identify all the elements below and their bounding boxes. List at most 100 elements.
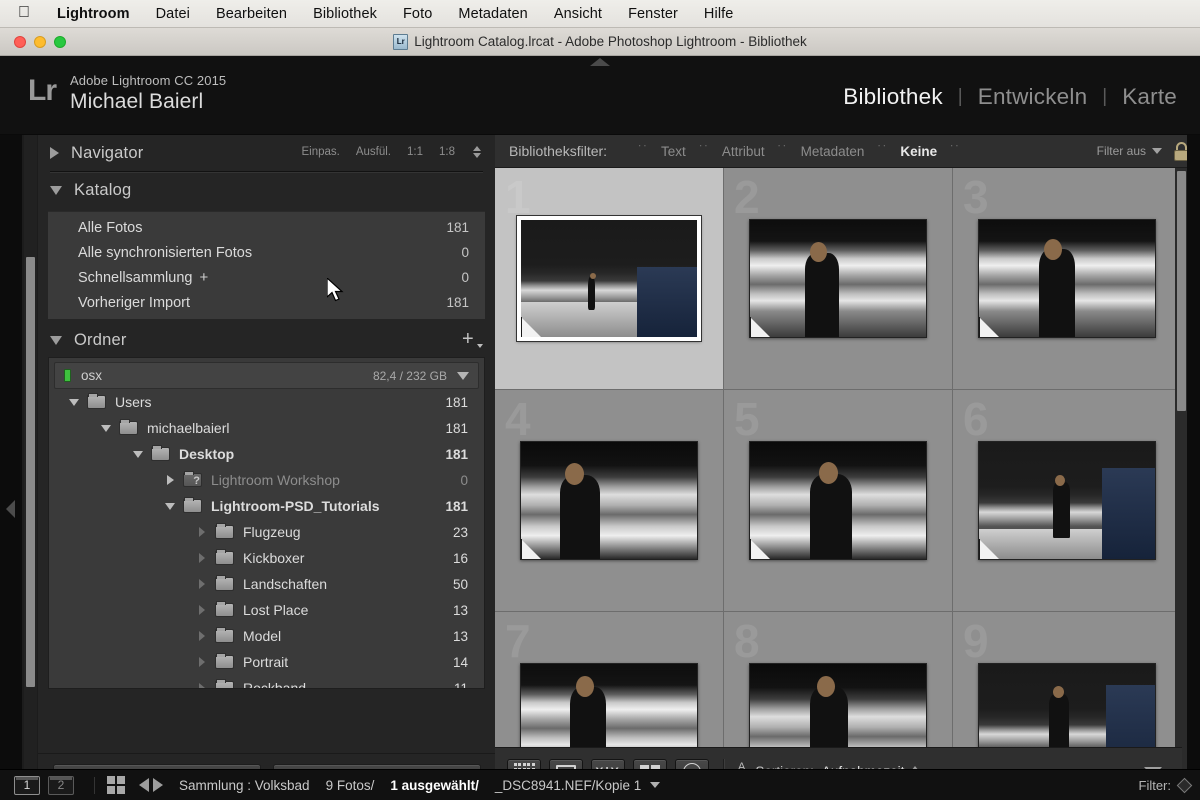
grid-cell[interactable]: 9 <box>953 612 1182 747</box>
disclosure-right-icon[interactable] <box>195 631 209 641</box>
disclosure-right-icon[interactable] <box>195 553 209 563</box>
folder-row-landschaften[interactable]: Landschaften 50 <box>49 571 484 597</box>
chevron-right-icon[interactable] <box>50 147 59 159</box>
filter-state-dropdown[interactable]: Filter aus <box>1097 144 1162 158</box>
filter-tab-keine[interactable]: Keine <box>896 144 941 159</box>
navigator-zoom-levels: Einpas. Ausfül. 1:1 1:8 <box>301 146 481 158</box>
catalog-header[interactable]: Katalog <box>38 172 495 208</box>
photo-thumbnail[interactable] <box>516 215 702 342</box>
zoom-fit[interactable]: Einpas. <box>301 146 339 158</box>
grid-cell[interactable]: 7 <box>495 612 724 747</box>
screen-1-button[interactable]: 1 <box>14 775 40 795</box>
photo-thumbnail[interactable] <box>520 441 698 560</box>
folder-row-lightroom-workshop[interactable]: Lightroom Workshop 0 <box>49 467 484 493</box>
left-panel-scrollbar-thumb[interactable] <box>26 257 35 687</box>
zoom-1-1[interactable]: 1:1 <box>407 146 423 158</box>
apple-logo-icon[interactable]:  <box>12 4 44 23</box>
menu-item-foto[interactable]: Foto <box>390 0 445 28</box>
grid-scrollbar-thumb[interactable] <box>1177 171 1186 411</box>
folder-row-desktop[interactable]: Desktop 181 <box>49 441 484 467</box>
filter-tab-text[interactable]: Text <box>657 144 690 159</box>
next-photo-icon[interactable] <box>153 778 163 792</box>
zoom-fill[interactable]: Ausfül. <box>356 146 391 158</box>
disclosure-right-icon[interactable] <box>195 527 209 537</box>
screen-2-button[interactable]: 2 <box>48 775 74 795</box>
crop-badge-icon <box>979 539 999 559</box>
folders-header[interactable]: Ordner + <box>38 323 495 357</box>
grid-cell[interactable]: 5 <box>724 390 953 612</box>
disclosure-right-icon[interactable] <box>195 605 209 615</box>
grid-cell[interactable]: 1 <box>495 168 724 390</box>
menu-item-datei[interactable]: Datei <box>143 0 203 28</box>
grid-cell[interactable]: 8 <box>724 612 953 747</box>
filmstrip-grid-icon[interactable] <box>107 776 125 794</box>
disclosure-down-icon[interactable] <box>99 424 113 432</box>
menu-item-hilfe[interactable]: Hilfe <box>691 0 747 28</box>
flag-filter-icon[interactable] <box>1176 777 1193 793</box>
photo-thumbnail[interactable] <box>520 663 698 747</box>
add-folder-icon[interactable]: + <box>462 329 483 349</box>
photo-thumbnail[interactable] <box>749 441 927 560</box>
stepper-down-icon[interactable] <box>473 153 481 158</box>
chevron-down-icon[interactable] <box>50 185 62 195</box>
module-bibliothek[interactable]: Bibliothek <box>828 84 958 110</box>
quick-collection-plus-icon[interactable]: + <box>199 269 208 286</box>
folder-icon <box>215 575 234 591</box>
grid-cell[interactable]: 2 <box>724 168 953 390</box>
disclosure-right-icon[interactable] <box>163 475 177 485</box>
catalog-item-schnellsammlung[interactable]: Schnellsammlung + 0 <box>48 265 485 290</box>
volume-menu-icon[interactable] <box>457 371 469 380</box>
folder-row-users[interactable]: Users 181 <box>49 389 484 415</box>
lightroom-logo: Lr <box>28 74 57 107</box>
folder-row-portrait[interactable]: Portrait 14 <box>49 649 484 675</box>
menu-item-metadaten[interactable]: Metadaten <box>445 0 540 28</box>
catalog-item-alle-synchronisierten-fotos[interactable]: Alle synchronisierten Fotos 0 <box>48 240 485 265</box>
catalog-item-alle-fotos[interactable]: Alle Fotos 181 <box>48 215 485 240</box>
catalog-item-vorheriger-import[interactable]: Vorheriger Import 181 <box>48 290 485 315</box>
photo-thumbnail[interactable] <box>978 441 1156 560</box>
folder-row-michaelbaierl[interactable]: michaelbaierl 181 <box>49 415 484 441</box>
folder-row-rockband[interactable]: Rockband 11 <box>49 675 484 688</box>
previous-photo-icon[interactable] <box>139 778 149 792</box>
status-dropdown-icon[interactable] <box>650 782 661 788</box>
menu-item-ansicht[interactable]: Ansicht <box>541 0 615 28</box>
identity-plate[interactable]: Lr Adobe Lightroom CC 2015 Michael Baier… <box>28 72 226 114</box>
folder-row-lightroom-psd-tutorials[interactable]: Lightroom-PSD_Tutorials 181 <box>49 493 484 519</box>
collapse-left-panel-arrow[interactable] <box>6 500 15 518</box>
right-panel-edge[interactable] <box>1187 135 1200 800</box>
filter-tab-metadaten[interactable]: Metadaten <box>797 144 869 159</box>
volume-row-osx[interactable]: osx 82,4 / 232 GB <box>54 362 479 389</box>
folder-count: 13 <box>452 628 468 644</box>
disclosure-right-icon[interactable] <box>195 683 209 688</box>
collapse-top-panel-arrow[interactable] <box>590 58 610 66</box>
filter-tab-attribut[interactable]: Attribut <box>718 144 769 159</box>
disclosure-down-icon[interactable] <box>131 450 145 458</box>
folder-row-kickboxer[interactable]: Kickboxer 16 <box>49 545 484 571</box>
photo-thumbnail[interactable] <box>749 663 927 747</box>
module-karte[interactable]: Karte <box>1107 84 1192 110</box>
chevron-down-icon[interactable] <box>50 335 62 345</box>
module-entwickeln[interactable]: Entwickeln <box>963 84 1103 110</box>
grid-cell[interactable]: 3 <box>953 168 1182 390</box>
zoom-1-8[interactable]: 1:8 <box>439 146 455 158</box>
disclosure-down-icon[interactable] <box>163 502 177 510</box>
left-panel-edge[interactable] <box>0 135 22 800</box>
disclosure-down-icon[interactable] <box>67 398 81 406</box>
menu-item-fenster[interactable]: Fenster <box>615 0 691 28</box>
disclosure-right-icon[interactable] <box>195 657 209 667</box>
photo-thumbnail[interactable] <box>978 663 1156 747</box>
menu-item-bearbeiten[interactable]: Bearbeiten <box>203 0 300 28</box>
navigator-header[interactable]: Navigator Einpas. Ausfül. 1:1 1:8 <box>38 135 495 171</box>
stepper-up-icon[interactable] <box>473 146 481 151</box>
zoom-stepper[interactable] <box>473 146 481 158</box>
grid-cell[interactable]: 6 <box>953 390 1182 612</box>
menu-item-lightroom[interactable]: Lightroom <box>44 0 143 28</box>
photo-thumbnail[interactable] <box>978 219 1156 338</box>
folder-row-lost-place[interactable]: Lost Place 13 <box>49 597 484 623</box>
folder-row-model[interactable]: Model 13 <box>49 623 484 649</box>
photo-thumbnail[interactable] <box>749 219 927 338</box>
menu-item-bibliothek[interactable]: Bibliothek <box>300 0 390 28</box>
folder-row-flugzeug[interactable]: Flugzeug 23 <box>49 519 484 545</box>
grid-cell[interactable]: 4 <box>495 390 724 612</box>
disclosure-right-icon[interactable] <box>195 579 209 589</box>
